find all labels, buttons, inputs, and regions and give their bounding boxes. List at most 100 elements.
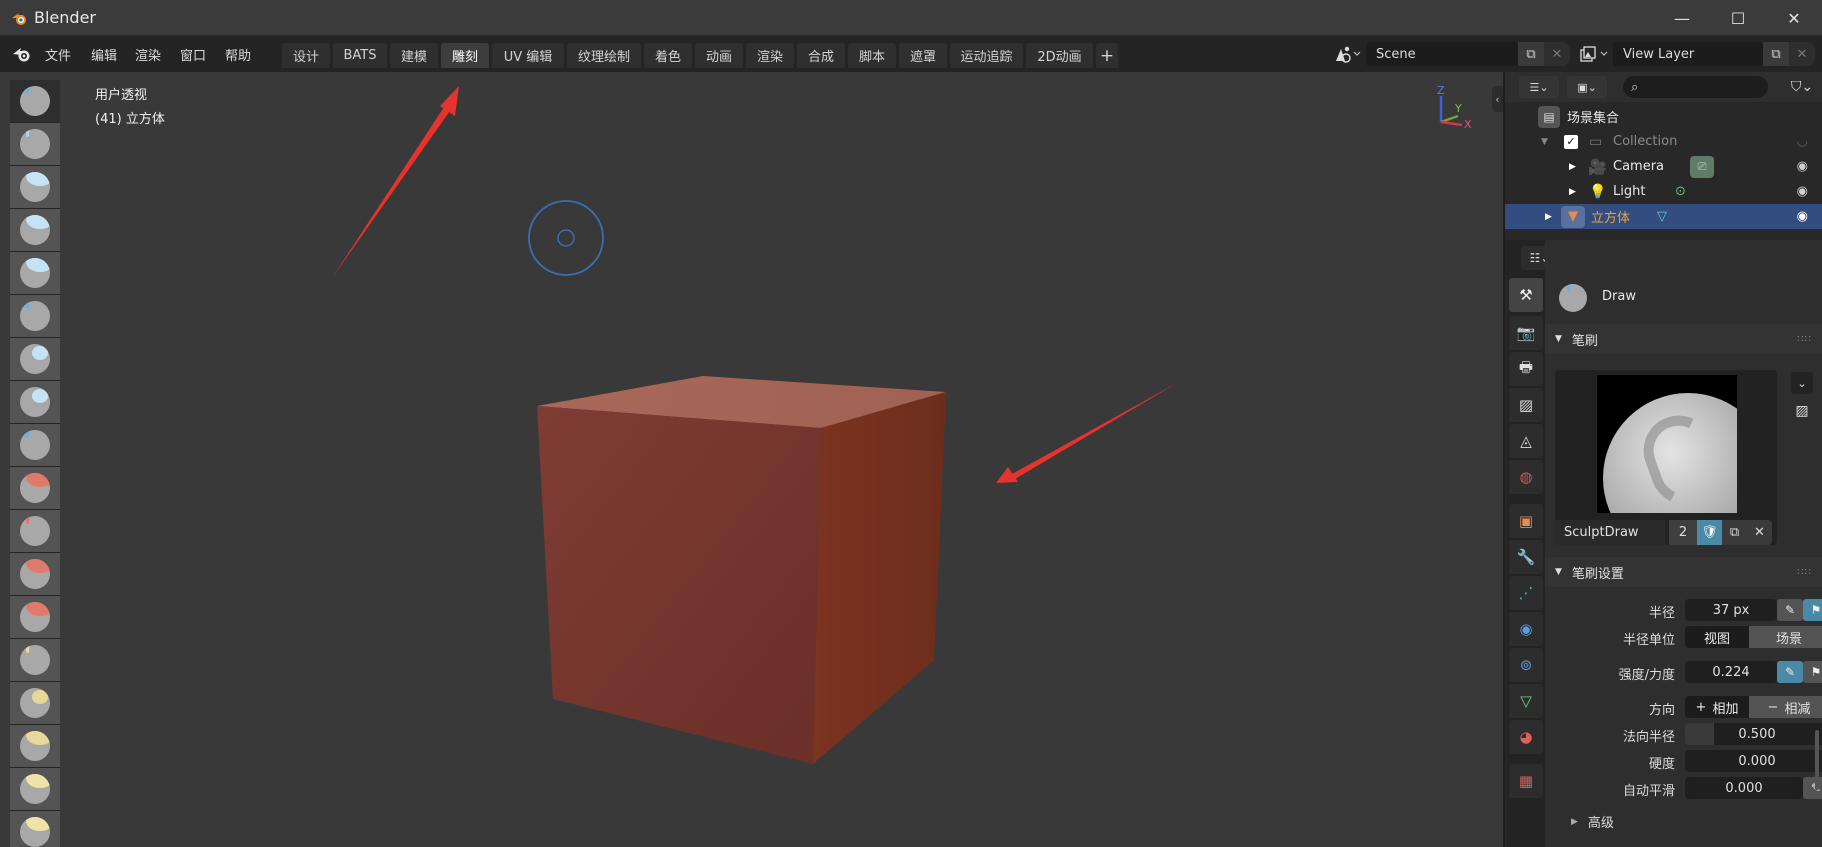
menu-edit[interactable]: 编辑 [91, 45, 117, 64]
outliner-item-scene-collection[interactable]: ▤ 场景集合 [1505, 104, 1822, 129]
tab-output[interactable]: 🖶 [1509, 352, 1543, 386]
outliner-search-input[interactable]: ⌕ [1623, 76, 1768, 98]
collection-checkbox[interactable]: ✓ [1564, 134, 1578, 149]
brush-section-header[interactable]: ▼ 笔刷 ∷∷ [1545, 324, 1822, 354]
tab-animation[interactable]: 动画 [695, 43, 743, 68]
menu-window[interactable]: 窗口 [180, 45, 206, 64]
gizmo-x-label[interactable]: X [1464, 118, 1472, 131]
tab-texture[interactable]: ▦ [1509, 764, 1543, 798]
tool-pinch[interactable] [10, 682, 60, 725]
tool-flatten[interactable] [10, 510, 60, 553]
direction-subtract-option[interactable]: − 相减 [1749, 696, 1822, 718]
tool-grab[interactable] [10, 725, 60, 768]
light-data-icon[interactable]: ⊙ [1675, 184, 1686, 199]
camera-data-icon[interactable]: ⎚ [1690, 155, 1714, 178]
add-workspace-button[interactable]: + [1096, 43, 1118, 68]
new-scene-button[interactable]: ⧉ [1518, 42, 1544, 66]
autosmooth-slider[interactable]: 0.000 [1685, 777, 1803, 799]
tab-texture-paint[interactable]: 纹理绘制 [567, 43, 641, 68]
expand-arrow-icon[interactable]: ▶ [1545, 212, 1552, 222]
tool-multiplane-scrape[interactable] [10, 639, 60, 682]
tab-scripting[interactable]: 脚本 [848, 43, 896, 68]
maximize-button[interactable]: ☐ [1710, 0, 1766, 36]
advanced-subpanel-header[interactable]: ▶ 高级 [1571, 812, 1614, 831]
tab-shading[interactable]: 着色 [644, 43, 692, 68]
scene-name-field[interactable]: Scene [1366, 42, 1518, 66]
tab-constraints[interactable]: ⊚ [1509, 648, 1543, 682]
outliner-item-collection[interactable]: ▼ ✓ ▭ Collection ◡ [1505, 129, 1822, 154]
tab-data[interactable]: ▽ [1509, 684, 1543, 718]
tab-masking[interactable]: 遮罩 [899, 43, 947, 68]
expand-arrow-icon[interactable]: ▶ [1569, 187, 1576, 197]
tab-tool[interactable]: ⚒ [1509, 278, 1543, 312]
tool-clay-thumb[interactable] [10, 252, 60, 295]
visibility-eye-icon[interactable]: ◉ [1797, 184, 1808, 199]
tab-uv-editing[interactable]: UV 编辑 [492, 43, 564, 68]
active-brush-row[interactable]: Draw [1545, 276, 1822, 320]
new-view-layer-button[interactable]: ⧉ [1763, 42, 1789, 66]
tool-inflate[interactable] [10, 338, 60, 381]
tab-world[interactable]: ◍ [1509, 460, 1543, 494]
radius-unit-scene-option[interactable]: 场景 [1749, 626, 1822, 648]
tool-scrape[interactable] [10, 596, 60, 639]
radius-unit-view-option[interactable]: 视图 [1685, 626, 1749, 648]
strength-pressure-button[interactable]: ✎ [1777, 661, 1803, 683]
brush-preview-image[interactable] [1597, 375, 1737, 513]
display-mode-dropdown[interactable]: ☰⌄ [1519, 76, 1559, 98]
outliner-item-light[interactable]: ▶ 💡 Light ⊙ ◉ [1505, 179, 1822, 204]
radius-pressure-button[interactable]: ✎ [1777, 599, 1803, 621]
tool-draw[interactable] [10, 80, 60, 123]
radius-unified-button[interactable]: ⚑ [1803, 599, 1822, 621]
remove-view-layer-button[interactable]: ✕ [1789, 42, 1815, 66]
remove-scene-button[interactable]: ✕ [1544, 42, 1570, 66]
drag-grip-icon[interactable]: ∷∷ [1797, 567, 1812, 578]
tab-rendering[interactable]: 渲染 [746, 43, 794, 68]
close-window-button[interactable]: ✕ [1766, 0, 1822, 36]
direction-add-option[interactable]: + 相加 [1685, 696, 1749, 718]
gizmo-y-label[interactable]: Y [1454, 102, 1462, 115]
blender-menu-icon[interactable] [12, 45, 32, 63]
mesh-data-icon[interactable]: ▽ [1657, 209, 1667, 224]
sidebar-toggle-button[interactable]: ‹ [1492, 86, 1503, 112]
radius-field[interactable]: 37 px [1685, 599, 1777, 621]
properties-scrollbar[interactable] [1815, 730, 1819, 790]
tool-crease[interactable] [10, 424, 60, 467]
tab-scene[interactable]: ◬ [1509, 424, 1543, 458]
filter-layer-dropdown[interactable]: ▣⌄ [1567, 76, 1607, 98]
tool-layer[interactable] [10, 295, 60, 338]
menu-file[interactable]: 文件 [45, 45, 71, 64]
fake-user-button[interactable]: 🛡 [1697, 520, 1722, 545]
brush-settings-section-header[interactable]: ▼ 笔刷设置 ∷∷ [1545, 557, 1822, 587]
tab-modeling[interactable]: 建模 [390, 43, 438, 68]
tab-modifiers[interactable]: 🔧 [1509, 540, 1543, 574]
tool-blob[interactable] [10, 381, 60, 424]
expand-arrow-icon[interactable]: ▶ [1569, 162, 1576, 172]
duplicate-brush-button[interactable]: ⧉ [1722, 520, 1747, 545]
brush-preview-panel[interactable]: SculptDraw 2 🛡 ⧉ ✕ [1555, 370, 1777, 545]
brush-users-count[interactable]: 2 [1669, 520, 1697, 545]
normal-radius-slider[interactable]: 0.500 [1685, 723, 1822, 745]
tab-object[interactable]: ▣ [1509, 504, 1543, 538]
minimize-button[interactable]: — [1654, 0, 1710, 36]
gizmo-z-label[interactable]: Z [1437, 84, 1445, 97]
tool-fill[interactable] [10, 553, 60, 596]
outliner-item-cube[interactable]: ▶ ▼ 立方体 ▽ ◉ [1505, 204, 1822, 229]
3d-viewport[interactable]: Z Y X 用户透视 (41) 立方体 ‹ [0, 72, 1503, 847]
tool-smooth[interactable] [10, 467, 60, 510]
collection-hidden-eye-icon[interactable]: ◡ [1797, 134, 1808, 149]
visibility-eye-icon[interactable]: ◉ [1797, 209, 1808, 224]
brush-list-dropdown[interactable]: ⌄ [1791, 372, 1813, 394]
tab-render[interactable]: 📷 [1509, 316, 1543, 350]
view-layer-name-field[interactable]: View Layer [1613, 42, 1763, 66]
menu-render[interactable]: 渲染 [135, 45, 161, 64]
outliner-item-camera[interactable]: ▶ 🎥 Camera ⎚ ◉ [1505, 154, 1822, 179]
brush-name-field[interactable]: SculptDraw [1555, 520, 1665, 545]
scene-selector-icon[interactable] [1333, 44, 1363, 64]
tool-elastic-deform[interactable] [10, 768, 60, 811]
tab-view-layer[interactable]: ▨ [1509, 388, 1543, 422]
tab-motion-tracking[interactable]: 运动追踪 [950, 43, 1023, 68]
hardness-slider[interactable]: 0.000 [1685, 750, 1822, 772]
filter-dropdown[interactable]: ⛉⌄ [1785, 76, 1819, 98]
tab-sculpting[interactable]: 雕刻 [441, 43, 489, 68]
tab-bats[interactable]: BATS [333, 43, 387, 68]
